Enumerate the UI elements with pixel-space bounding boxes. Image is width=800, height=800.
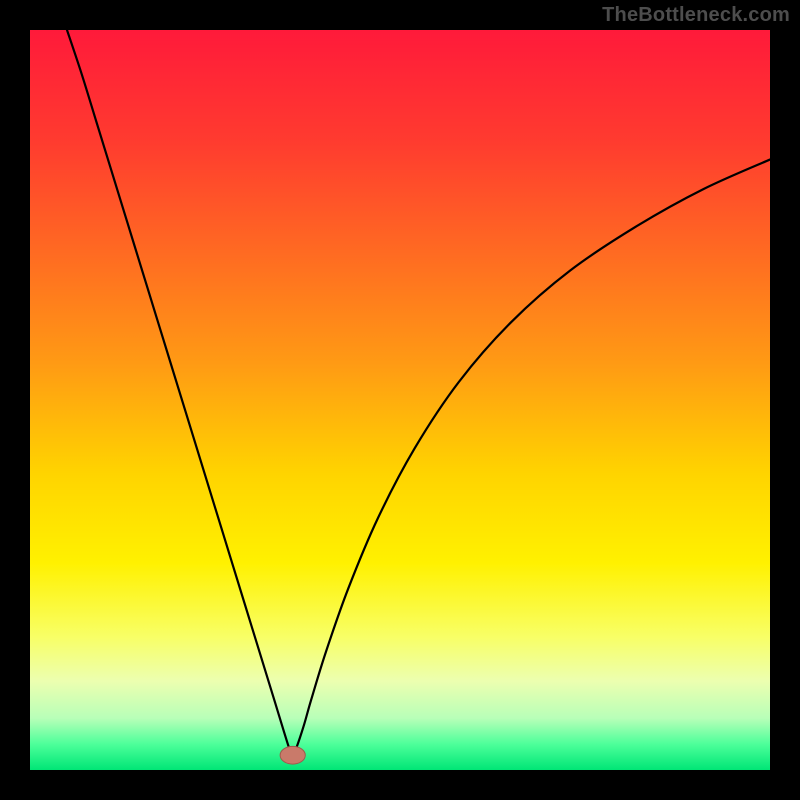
minimum-marker <box>280 746 305 764</box>
chart-svg <box>30 30 770 770</box>
plot-area <box>30 30 770 770</box>
gradient-background <box>30 30 770 770</box>
watermark-text: TheBottleneck.com <box>602 4 790 27</box>
chart-stage: TheBottleneck.com <box>0 0 800 800</box>
